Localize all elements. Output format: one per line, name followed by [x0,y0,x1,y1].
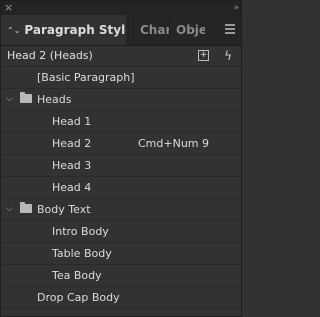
current-style-label: Head 2 (Heads) [7,49,93,62]
folder-icon [20,92,32,103]
group-label: Body Text [37,203,91,216]
folder-icon [20,202,32,213]
style-label: Table Body [52,247,112,260]
chevron-down-icon[interactable]: ⌵ [6,199,13,220]
styles-list: [Basic Paragraph] ⌵ Heads Head 1 Head 2 … [1,66,241,309]
lightning-icon[interactable]: ϟ [224,46,232,66]
hamburger-menu-icon[interactable] [225,24,235,34]
style-item-tea-body[interactable]: Tea Body [1,265,241,287]
style-item-table-body[interactable]: Table Body [1,243,241,265]
tab-label: Obje [176,23,205,37]
chevron-down-icon[interactable]: ⌵ [6,89,13,110]
close-icon[interactable]: × [4,1,13,15]
panel-tabbar: ⌃⌄Paragraph Styles Char Obje [1,15,241,46]
new-style-icon[interactable]: + [198,50,209,61]
tab-paragraph-styles[interactable]: ⌃⌄Paragraph Styles [1,15,126,45]
style-label: Head 1 [52,115,92,128]
tab-label: Char [140,23,169,37]
tab-object-styles[interactable]: Obje [169,15,205,45]
style-item-basic-paragraph[interactable]: [Basic Paragraph] [1,67,241,89]
style-item-head-2[interactable]: Head 2 Cmd+Num 9 [1,133,241,155]
style-shortcut: Cmd+Num 9 [138,137,210,150]
style-label: Tea Body [52,269,102,282]
style-group-heads[interactable]: ⌵ Heads [1,89,241,111]
paragraph-styles-panel: × » ⌃⌄Paragraph Styles Char Obje Head 2 … [0,0,242,317]
updown-arrows-icon: ⌃⌄ [7,26,21,35]
style-item-head-1[interactable]: Head 1 [1,111,241,133]
collapse-panel-icon[interactable]: » [233,1,238,15]
style-label: Head 2 [52,137,92,150]
style-item-head-3[interactable]: Head 3 [1,155,241,177]
style-label: Intro Body [52,225,109,238]
style-item-drop-cap-body[interactable]: Drop Cap Body [1,287,241,309]
tab-label: Paragraph Styles [24,23,126,37]
style-label: Head 3 [52,159,92,172]
style-item-intro-body[interactable]: Intro Body [1,221,241,243]
style-label: [Basic Paragraph] [37,71,135,84]
current-style-header: Head 2 (Heads) + ϟ [1,46,241,66]
style-label: Drop Cap Body [37,291,120,304]
style-item-head-4[interactable]: Head 4 [1,177,241,199]
style-label: Head 4 [52,181,92,194]
style-group-body-text[interactable]: ⌵ Body Text [1,199,241,221]
panel-title-strip: × » [1,1,241,15]
group-label: Heads [37,93,72,106]
tab-character-styles[interactable]: Char [133,15,169,45]
